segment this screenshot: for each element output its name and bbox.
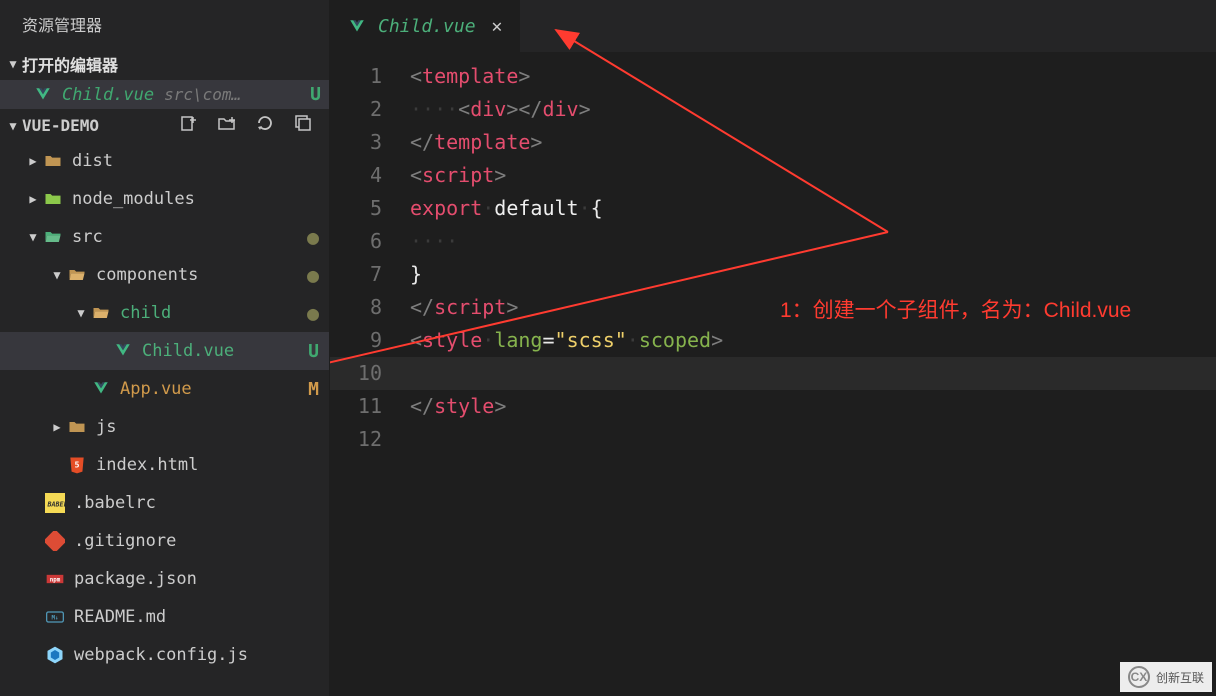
tree-folder-node-modules[interactable]: ▶ node_modules [0,180,329,218]
tree-label: node_modules [72,189,195,209]
open-editor-item[interactable]: Child.vue src\com… U [0,80,329,109]
project-name: VUE-DEMO [22,116,99,135]
tree-label: Child.vue [142,341,234,361]
folder-icon [42,189,64,209]
sidebar-title: 资源管理器 [0,0,329,48]
git-modified-dot: ● [307,225,319,249]
chevron-right-icon: ▶ [24,154,42,168]
tab-bar: Child.vue ✕ [330,0,1216,52]
open-editors-label: 打开的编辑器 [22,52,118,76]
tree-label: package.json [74,569,197,589]
folder-open-icon [90,303,112,323]
chevron-right-icon: ▶ [24,192,42,206]
project-actions [179,113,321,138]
tree-file-index-html[interactable]: 5 index.html [0,446,329,484]
markdown-icon: M↓ [44,607,66,627]
annotation-text: 1：创建一个子组件，名为：Child.vue [780,294,1131,324]
html-icon: 5 [66,455,88,475]
tree-label: src [72,227,103,247]
chevron-down-icon: ▼ [48,268,66,282]
tree-file-child-vue[interactable]: Child.vue U [0,332,329,370]
chevron-down-icon: ▼ [24,230,42,244]
tree-folder-dist[interactable]: ▶ dist [0,142,329,180]
tree-file-app-vue[interactable]: App.vue M [0,370,329,408]
git-icon [44,531,66,551]
editor-area: Child.vue ✕ 123 456 789 101112 <template… [330,0,1216,696]
tree-file-webpack[interactable]: webpack.config.js [0,636,329,674]
chevron-right-icon: ▶ [48,420,66,434]
tree-file-readme[interactable]: M↓ README.md [0,598,329,636]
tree-label: components [96,265,198,285]
vue-icon [34,86,52,104]
folder-icon [42,151,64,171]
svg-text:5: 5 [74,460,79,470]
chevron-down-icon: ▼ [72,306,90,320]
tree-folder-src[interactable]: ▼ src ● [0,218,329,256]
babel-icon: BABEL [44,493,66,513]
tree-label: dist [72,151,113,171]
explorer-sidebar: 资源管理器 ▼ 打开的编辑器 Child.vue src\com… U ▼ VU… [0,0,330,696]
folder-icon [66,417,88,437]
svg-text:M↓: M↓ [51,616,58,622]
svg-text:npm: npm [50,578,61,584]
file-tree: ▶ dist ▶ node_modules ▼ src ● ▼ componen… [0,142,329,674]
tree-folder-components[interactable]: ▼ components ● [0,256,329,294]
project-header[interactable]: ▼ VUE-DEMO [0,109,329,142]
refresh-icon[interactable] [255,113,275,138]
watermark-text: 创新互联 [1156,669,1204,686]
tree-label: README.md [74,607,166,627]
tree-file-gitignore[interactable]: .gitignore [0,522,329,560]
tree-label: .gitignore [74,531,176,551]
tree-label: index.html [96,455,198,475]
git-modified-dot: ● [307,263,319,287]
chevron-down-icon: ▼ [4,57,22,71]
folder-open-icon [66,265,88,285]
tree-file-package-json[interactable]: npm package.json [0,560,329,598]
line-number-gutter: 123 456 789 101112 [330,52,410,696]
tree-label: App.vue [120,379,192,399]
open-editor-status: U [310,84,321,105]
tree-label: child [120,303,171,323]
code-editor[interactable]: 123 456 789 101112 <template> ····<div><… [330,52,1216,696]
close-icon[interactable]: ✕ [492,16,503,37]
vue-icon [112,342,134,360]
new-folder-icon[interactable] [217,113,237,138]
tree-label: webpack.config.js [74,645,248,665]
collapse-icon[interactable] [293,113,313,138]
watermark: CX 创新互联 [1120,662,1212,692]
tree-folder-js[interactable]: ▶ js [0,408,329,446]
watermark-icon: CX [1128,666,1150,688]
tree-label: .babelrc [74,493,156,513]
tab-title: Child.vue [378,16,476,37]
svg-text:BABEL: BABEL [47,500,66,508]
git-modified-dot: ● [307,301,319,325]
git-status-u: U [308,341,319,362]
npm-icon: npm [44,569,66,589]
code-content[interactable]: <template> ····<div></div> </template> <… [410,52,1216,696]
folder-open-icon [42,227,64,247]
open-editor-path: src\com… [164,85,304,104]
new-file-icon[interactable] [179,113,199,138]
open-editor-filename: Child.vue [62,85,154,105]
vue-icon [90,380,112,398]
tree-file-babelrc[interactable]: BABEL .babelrc [0,484,329,522]
chevron-down-icon: ▼ [4,119,22,133]
vue-icon [348,18,366,36]
open-editors-header[interactable]: ▼ 打开的编辑器 [0,48,329,80]
tree-folder-child[interactable]: ▼ child ● [0,294,329,332]
git-status-m: M [308,379,319,400]
tree-label: js [96,417,116,437]
tab-child-vue[interactable]: Child.vue ✕ [330,0,520,52]
webpack-icon [44,645,66,665]
